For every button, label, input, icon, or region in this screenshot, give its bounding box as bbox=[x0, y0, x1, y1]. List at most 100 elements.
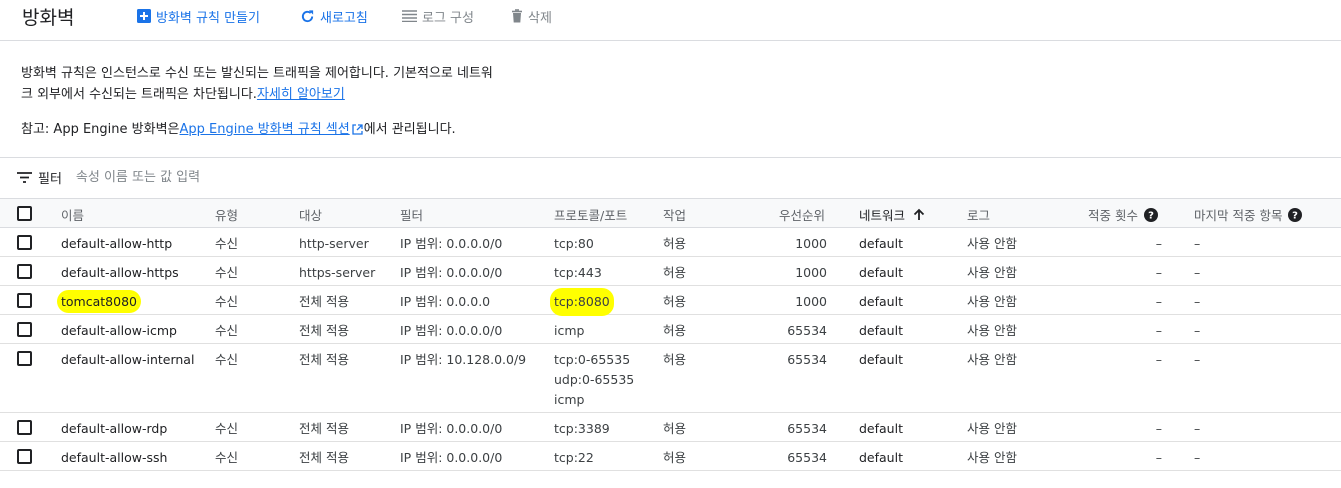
column-header-name[interactable]: 이름 bbox=[61, 205, 84, 224]
rule-filter: IP 범위: 0.0.0.0/0 bbox=[400, 448, 502, 468]
rule-hit-count: – bbox=[1156, 292, 1162, 312]
column-header-type[interactable]: 유형 bbox=[215, 205, 238, 224]
table-row[interactable]: default-allow-https 수신 https-server IP 범위: … bbox=[0, 257, 1341, 286]
row-checkbox[interactable] bbox=[17, 235, 32, 250]
rule-target-text: http-server bbox=[299, 236, 369, 251]
table-row[interactable]: default-allow-http 수신 http-server IP 범위: 0.… bbox=[0, 228, 1341, 257]
rule-logs: 사용 안함 bbox=[967, 263, 1017, 283]
rule-action-text: 허용 bbox=[663, 236, 687, 251]
rule-filter-text: IP 범위: 0.0.0.0/0 bbox=[400, 265, 503, 280]
delete-button[interactable]: 삭제 bbox=[511, 6, 552, 26]
delete-label: 삭제 bbox=[528, 10, 552, 26]
rule-logs: 사용 안함 bbox=[967, 448, 1017, 468]
rule-priority: 65534 bbox=[787, 419, 827, 439]
rule-name-text: default-allow-https bbox=[61, 265, 179, 280]
row-checkbox[interactable] bbox=[17, 264, 32, 279]
rule-protocol: tcp:443 bbox=[554, 263, 602, 283]
column-header-logs[interactable]: 로그 bbox=[967, 205, 990, 224]
refresh-label: 새로고침 bbox=[320, 10, 368, 26]
column-header-hit-count[interactable]: 적중 횟수 ? bbox=[1088, 205, 1158, 224]
rule-priority: 1000 bbox=[795, 263, 827, 283]
row-checkbox[interactable] bbox=[17, 420, 32, 435]
rule-last-hit: – bbox=[1194, 234, 1200, 254]
rule-logs: 사용 안함 bbox=[967, 321, 1017, 341]
refresh-button[interactable]: 새로고침 bbox=[300, 6, 368, 26]
protocol-entry: tcp:0-65535 bbox=[554, 352, 631, 367]
rule-network: default bbox=[859, 419, 903, 439]
create-firewall-rule-label: 방화벽 규칙 만들기 bbox=[156, 10, 260, 26]
rule-hit-count: – bbox=[1156, 234, 1162, 254]
rule-name-text: tomcat8080 bbox=[61, 294, 137, 309]
rule-action: 허용 bbox=[663, 350, 686, 370]
column-header-action[interactable]: 작업 bbox=[663, 205, 686, 224]
rule-logs: 사용 안함 bbox=[967, 234, 1017, 254]
rule-name-text: default-allow-ssh bbox=[61, 450, 168, 465]
column-header-network[interactable]: 네트워크 bbox=[859, 205, 925, 224]
description-text: 크 외부에서 수신되는 트래픽은 차단됩니다. bbox=[21, 87, 257, 102]
row-checkbox[interactable] bbox=[17, 449, 32, 464]
note-prefix: 참고: App Engine 방화벽은 bbox=[21, 122, 180, 137]
rule-filter: IP 범위: 0.0.0.0/0 bbox=[400, 234, 502, 254]
toolbar: 방화벽 방화벽 규칙 만들기 새로고침 로그 구성 삭제 bbox=[0, 0, 1341, 41]
filter-input[interactable] bbox=[75, 169, 316, 185]
rule-last-hit: – bbox=[1194, 263, 1200, 283]
table-row[interactable]: default-allow-ssh 수신 전체 적용 IP 범위: 0.0.0.0/0… bbox=[0, 442, 1341, 471]
rule-priority: 65534 bbox=[787, 321, 827, 341]
rule-name[interactable]: default-allow-internal bbox=[61, 350, 194, 370]
table-row[interactable]: default-allow-internal 수신 전체 적용 IP 범위: 10.1… bbox=[0, 344, 1341, 413]
learn-more-link[interactable]: 자세히 알아보기 bbox=[257, 87, 345, 102]
add-box-icon bbox=[137, 9, 151, 23]
rule-action: 허용 bbox=[663, 292, 686, 312]
rule-name[interactable]: tomcat8080 bbox=[61, 292, 137, 312]
configure-logs-button[interactable]: 로그 구성 bbox=[402, 6, 474, 26]
rule-name[interactable]: default-allow-http bbox=[61, 234, 172, 254]
table-row[interactable]: default-allow-icmp 수신 전체 적용 IP 범위: 0.0.0.0/… bbox=[0, 315, 1341, 344]
rule-name[interactable]: default-allow-ssh bbox=[61, 448, 167, 468]
rule-target-text: https-server bbox=[299, 265, 376, 280]
rule-last-hit-text: – bbox=[1194, 323, 1201, 338]
rule-name[interactable]: default-allow-icmp bbox=[61, 321, 177, 341]
rule-name[interactable]: default-allow-https bbox=[61, 263, 179, 283]
rule-network-text: default bbox=[859, 450, 903, 465]
rule-name-text: default-allow-icmp bbox=[61, 323, 177, 338]
rule-network: default bbox=[859, 263, 903, 283]
table-row[interactable]: tomcat8080 수신 전체 적용 IP 범위: 0.0.0.0 tcp:8080 허… bbox=[0, 286, 1341, 315]
table-row[interactable]: default-allow-rdp 수신 전체 적용 IP 범위: 0.0.0.0/0… bbox=[0, 413, 1341, 442]
row-checkbox[interactable] bbox=[17, 293, 32, 308]
protocol-entry: tcp:443 bbox=[554, 265, 602, 280]
rule-name[interactable]: default-allow-rdp bbox=[61, 419, 167, 439]
create-firewall-rule-button[interactable]: 방화벽 규칙 만들기 bbox=[137, 6, 260, 26]
rule-logs: 사용 안함 bbox=[967, 419, 1017, 439]
column-header-priority[interactable]: 우선순위 bbox=[779, 205, 825, 224]
column-header-target[interactable]: 대상 bbox=[299, 205, 322, 224]
row-checkbox[interactable] bbox=[17, 351, 32, 366]
column-header-last-hit[interactable]: 마지막 적중 항목 ? bbox=[1194, 205, 1303, 224]
rule-last-hit: – bbox=[1194, 321, 1200, 341]
rule-target-text: 전체 적용 bbox=[299, 294, 349, 309]
table-body: default-allow-http 수신 http-server IP 범위: 0.… bbox=[0, 228, 1341, 471]
column-header-protocol[interactable]: 프로토콜/포트 bbox=[554, 205, 627, 224]
rule-last-hit-text: – bbox=[1194, 265, 1201, 280]
rule-last-hit-text: – bbox=[1194, 236, 1201, 251]
help-icon[interactable]: ? bbox=[1143, 207, 1158, 222]
rule-filter-text: IP 범위: 0.0.0.0/0 bbox=[400, 323, 503, 338]
column-header-filter[interactable]: 필터 bbox=[400, 205, 423, 224]
rule-hit-count: – bbox=[1156, 321, 1162, 341]
protocol-entry: icmp bbox=[554, 323, 585, 338]
protocol-entry: tcp:3389 bbox=[554, 421, 610, 436]
row-checkbox[interactable] bbox=[17, 322, 32, 337]
select-all-checkbox[interactable] bbox=[17, 206, 32, 221]
app-engine-firewall-link[interactable]: App Engine 방화벽 규칙 섹션 bbox=[180, 119, 350, 140]
description-line-2: 크 외부에서 수신되는 트래픽은 차단됩니다.자세히 알아보기 bbox=[21, 84, 541, 105]
column-header-network-label: 네트워크 bbox=[859, 208, 906, 223]
rule-logs-text: 사용 안함 bbox=[967, 421, 1017, 436]
rule-type-text: 수신 bbox=[215, 421, 239, 436]
rule-target: http-server bbox=[299, 234, 369, 254]
rule-last-hit: – bbox=[1194, 448, 1200, 468]
trash-icon bbox=[512, 9, 522, 23]
rule-protocol: tcp:22 bbox=[554, 448, 594, 468]
rule-type-text: 수신 bbox=[215, 323, 239, 338]
help-icon[interactable]: ? bbox=[1288, 207, 1303, 222]
rule-hit-count: – bbox=[1156, 350, 1162, 370]
rule-logs-text: 사용 안함 bbox=[967, 265, 1017, 280]
